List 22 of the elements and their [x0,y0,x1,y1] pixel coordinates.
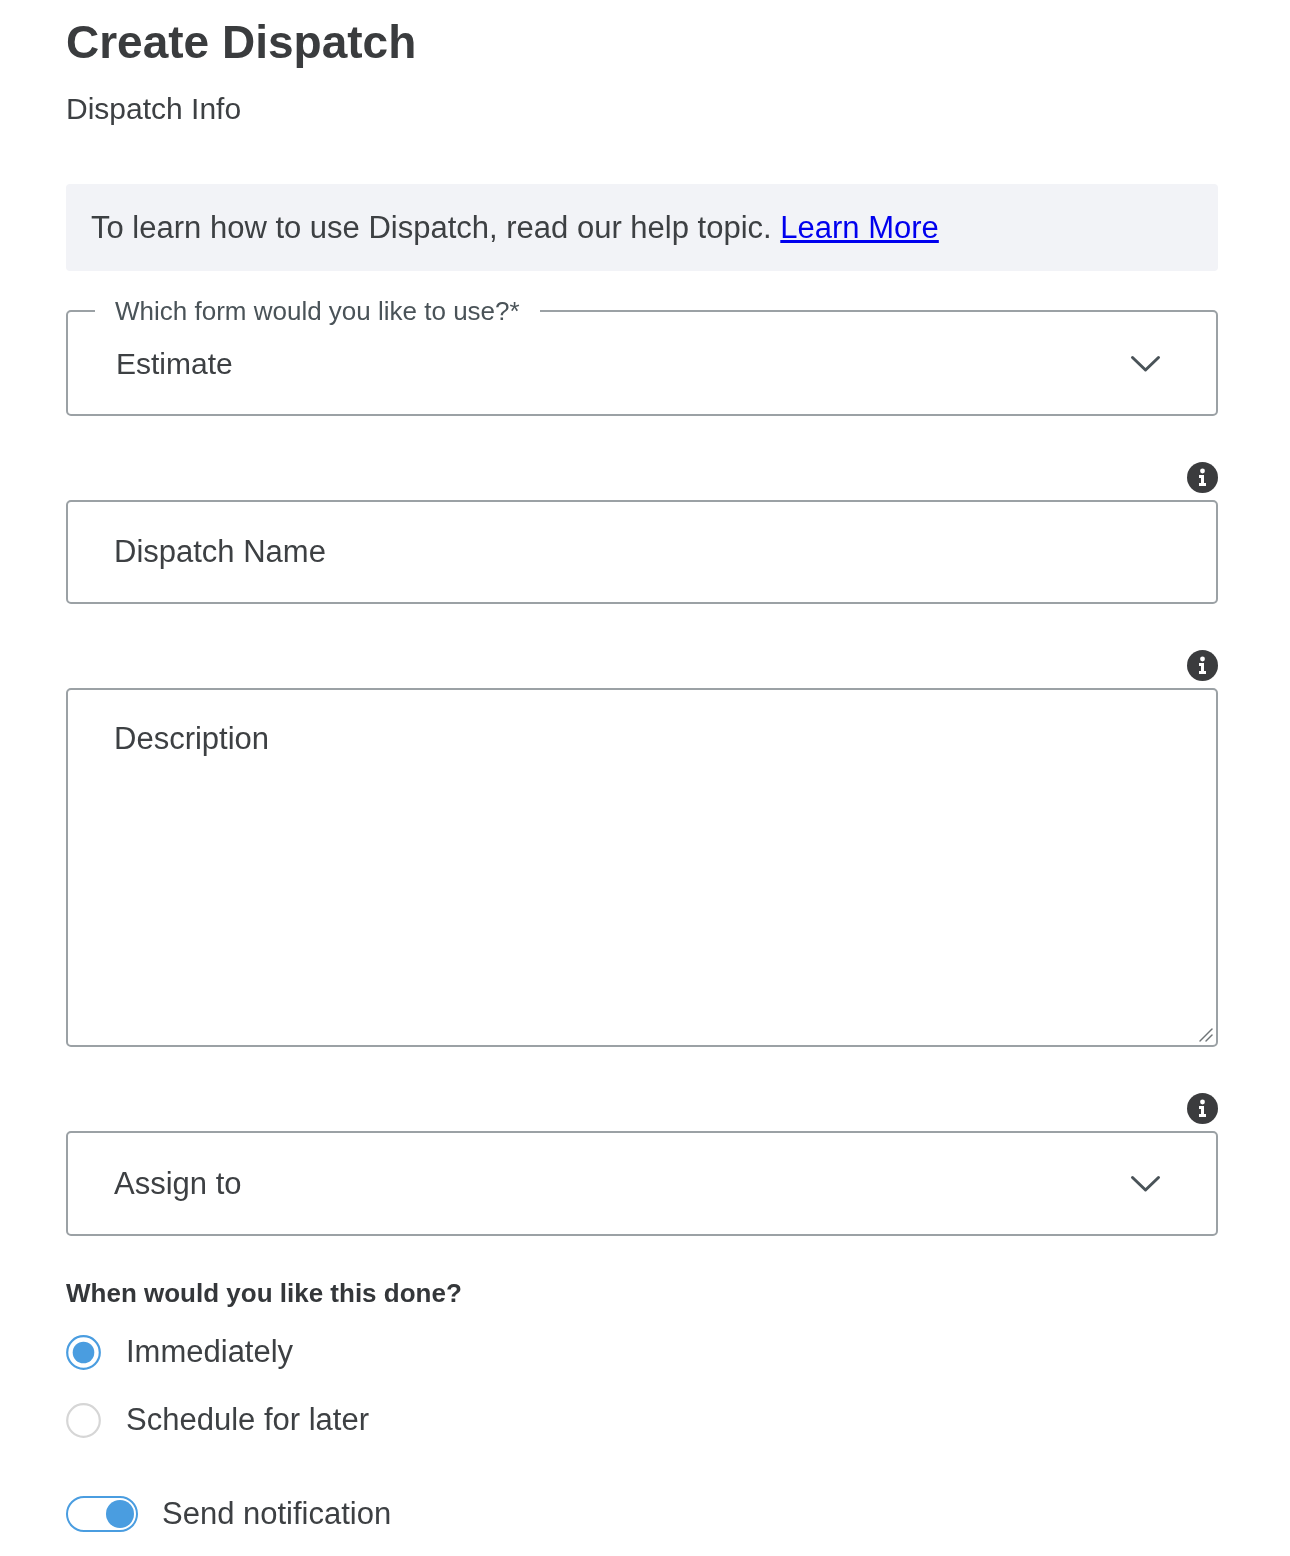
radio-label: Schedule for later [126,1402,369,1438]
radio-label: Immediately [126,1334,294,1370]
info-icon[interactable] [1187,650,1218,681]
schedule-question: When would you like this done? [66,1278,463,1308]
resize-grip-icon[interactable] [1199,1028,1213,1042]
field-label: Which form would you like to use?* [114,297,521,325]
input-field[interactable]: Dispatch Name [66,500,1218,604]
chevron-down-icon [1130,355,1161,373]
radio-button[interactable] [66,1334,101,1370]
toggle-switch[interactable] [66,1496,138,1532]
chevron-down-icon [1130,1174,1161,1193]
toggle-label: Send notification [162,1496,392,1532]
info-icon[interactable] [1187,1093,1218,1124]
selected-value: Estimate [116,347,233,381]
section-subtitle: Dispatch Info [66,92,243,126]
dropdown-field[interactable]: Assign to [66,1131,1218,1236]
learn-more-link[interactable]: Learn More [780,209,939,245]
textarea-field[interactable]: Description [66,688,1218,1047]
page-title: Create Dispatch [66,15,418,70]
banner-text: To learn how to use Dispatch, read our help topic. Learn More [91,209,939,246]
info-icon[interactable] [1187,462,1218,493]
radio-button[interactable] [66,1402,101,1438]
